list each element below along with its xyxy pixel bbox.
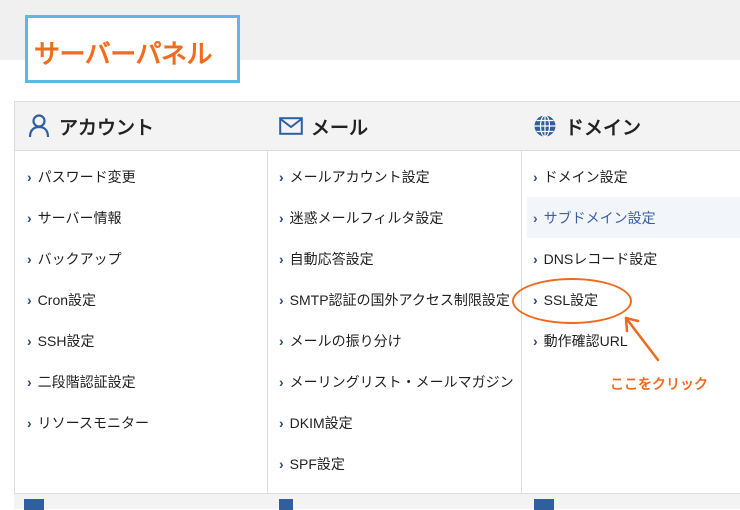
annotation-label: ここをクリック — [610, 376, 708, 392]
menu-item-auto-reply[interactable]: › 自動応答設定 — [267, 238, 521, 279]
menu-item-mailing-list[interactable]: › メーリングリスト・メールマガジン — [267, 361, 521, 402]
menu-item-two-factor[interactable]: › 二段階認証設定 — [15, 361, 267, 402]
chevron-right-icon: › — [279, 332, 284, 349]
menu-item-domain-settings[interactable]: › ドメイン設定 — [521, 156, 740, 197]
annotation-highlight-ellipse — [512, 278, 632, 324]
chevron-right-icon: › — [27, 332, 32, 349]
server-panel-title-box: サーバーパネル — [25, 15, 240, 83]
chevron-right-icon: › — [279, 291, 284, 308]
chevron-right-icon: › — [279, 373, 284, 390]
domain-heading: ドメイン — [521, 101, 740, 151]
mail-icon — [279, 114, 303, 138]
chevron-right-icon: › — [27, 291, 32, 308]
mail-column: メール › メールアカウント設定 › 迷惑メールフィルタ設定 › 自動応答設定 › SM… — [267, 101, 522, 509]
menu-item-server-info[interactable]: › サーバー情報 — [15, 197, 267, 238]
menu-item-password-change[interactable]: › パスワード変更 — [15, 156, 267, 197]
section-icon — [279, 499, 293, 510]
menu-item-dkim[interactable]: › DKIM設定 — [267, 402, 521, 443]
mail-heading: メール — [267, 101, 521, 151]
chevron-right-icon: › — [279, 209, 284, 226]
mail-heading-label: メール — [311, 117, 369, 139]
menu-item-smtp-restriction[interactable]: › SMTP認証の国外アクセス制限設定 — [267, 279, 521, 320]
account-column: アカウント › パスワード変更 › サーバー情報 › バックアップ › Cron設定 ›… — [14, 101, 268, 509]
server-panel-menu: アカウント › パスワード変更 › サーバー情報 › バックアップ › Cron設定 ›… — [14, 101, 740, 509]
chevron-right-icon: › — [27, 168, 32, 185]
menu-item-subdomain-settings[interactable]: › サブドメイン設定 — [527, 197, 740, 238]
chevron-right-icon: › — [533, 332, 538, 349]
menu-item-backup[interactable]: › バックアップ — [15, 238, 267, 279]
chevron-right-icon: › — [279, 455, 284, 472]
menu-item-spam-filter[interactable]: › 迷惑メールフィルタ設定 — [267, 197, 521, 238]
annotation-arrow-icon — [624, 316, 660, 362]
account-heading: アカウント — [15, 101, 267, 151]
chevron-right-icon: › — [27, 373, 32, 390]
domain-heading-label: ドメイン — [565, 117, 642, 139]
chevron-right-icon: › — [533, 250, 538, 267]
section-icon — [534, 499, 554, 510]
menu-item-spf[interactable]: › SPF設定 — [267, 443, 521, 484]
menu-item-mail-sorting[interactable]: › メールの振り分け — [267, 320, 521, 361]
chevron-right-icon: › — [533, 168, 538, 185]
menu-item-cron[interactable]: › Cron設定 — [15, 279, 267, 320]
section-icon — [24, 499, 44, 510]
account-heading-label: アカウント — [59, 117, 155, 139]
chevron-right-icon: › — [279, 168, 284, 185]
menu-item-resource-monitor[interactable]: › リソースモニター — [15, 402, 267, 443]
menu-item-ssh[interactable]: › SSH設定 — [15, 320, 267, 361]
user-icon — [27, 114, 51, 138]
globe-icon — [533, 114, 557, 138]
chevron-right-icon: › — [279, 414, 284, 431]
page-title: サーバーパネル — [34, 40, 212, 70]
chevron-right-icon: › — [27, 209, 32, 226]
chevron-right-icon: › — [279, 250, 284, 267]
menu-item-dns-record[interactable]: › DNSレコード設定 — [521, 238, 740, 279]
chevron-right-icon: › — [533, 209, 538, 226]
next-section-headings — [14, 493, 740, 510]
chevron-right-icon: › — [27, 250, 32, 267]
menu-item-mail-account[interactable]: › メールアカウント設定 — [267, 156, 521, 197]
chevron-right-icon: › — [27, 414, 32, 431]
